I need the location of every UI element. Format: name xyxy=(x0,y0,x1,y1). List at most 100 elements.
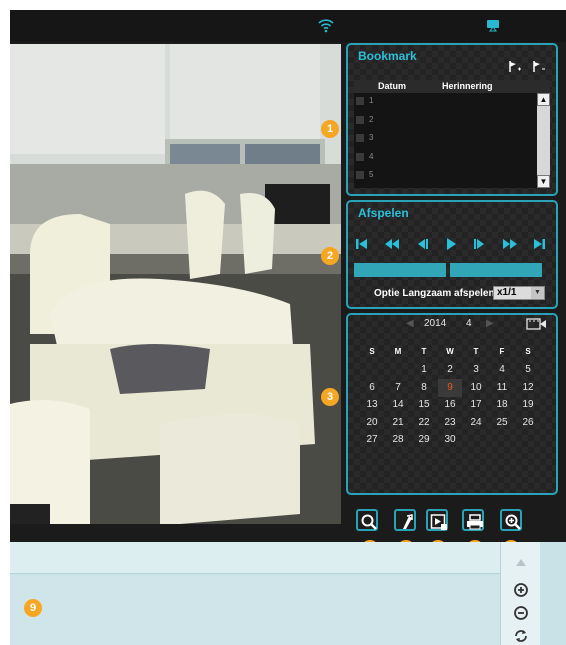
calendar-day[interactable]: 29 xyxy=(412,431,436,449)
calendar-weeks: 1 2 3 4 5 6 7 8 9 10 11 12 13 14 15 16 17 18 19 20 21 22 23 24 2… xyxy=(360,361,546,449)
calendar-day[interactable]: 19 xyxy=(516,396,540,414)
playback-panel: Afspelen Optie Langzaam afspelen x1/1 ▼ xyxy=(346,200,558,309)
calendar-day[interactable]: 27 xyxy=(360,431,384,449)
refresh-icon[interactable] xyxy=(513,628,529,644)
skip-to-start-icon[interactable] xyxy=(354,236,370,252)
next-month-icon[interactable]: ▶ xyxy=(486,318,494,329)
weekday-label: S xyxy=(525,347,531,356)
weekday-label: S xyxy=(369,347,375,356)
calendar-day[interactable]: 3 xyxy=(464,361,488,379)
calendar-day[interactable]: 25 xyxy=(490,414,514,432)
column-reminder: Herinnering xyxy=(442,81,493,91)
bookmark-scrollbar[interactable]: ▲ ▼ xyxy=(537,93,550,188)
timeline-ruler[interactable] xyxy=(10,542,500,574)
calendar-day[interactable]: 5 xyxy=(516,361,540,379)
row-checkbox[interactable] xyxy=(356,152,364,161)
table-row[interactable]: 2 xyxy=(354,112,550,131)
calendar-day[interactable]: 18 xyxy=(490,396,514,414)
calendar-day[interactable]: 28 xyxy=(386,431,410,449)
table-row[interactable]: 3 xyxy=(354,130,550,149)
skip-to-end-icon[interactable] xyxy=(531,236,547,252)
bookmark-panel: Bookmark Datum Herinnering 1 2 3 4 5 ▲ ▼ xyxy=(346,43,558,196)
calendar-day[interactable]: 11 xyxy=(490,379,514,397)
calendar-day[interactable]: 24 xyxy=(464,414,488,432)
calendar-day[interactable]: 22 xyxy=(412,414,436,432)
search-button[interactable] xyxy=(356,509,378,531)
calendar-day[interactable]: 23 xyxy=(438,414,462,432)
row-checkbox[interactable] xyxy=(356,171,364,179)
step-back-icon[interactable] xyxy=(414,236,430,252)
weekday-label: T xyxy=(473,347,479,356)
export-button[interactable] xyxy=(394,509,416,531)
scroll-up-icon[interactable] xyxy=(515,554,531,570)
row-checkbox[interactable] xyxy=(356,134,364,142)
badge-9: 9 xyxy=(24,599,42,617)
calendar-day[interactable]: 6 xyxy=(360,379,384,397)
calendar-year: 2014 xyxy=(424,318,447,329)
badge-3: 3 xyxy=(321,388,339,406)
calendar-day[interactable]: 16 xyxy=(438,396,462,414)
calendar-panel: ◀ 2014 4 ▶ S M T W T F S 1 2 3 4 5 6 7 8 9 10 11 12… xyxy=(346,313,558,495)
calendar-day[interactable]: 30 xyxy=(438,431,462,449)
wifi-icon[interactable] xyxy=(317,16,335,34)
weekday-header: S M T W T F S xyxy=(360,343,546,361)
calendar-day[interactable]: 8 xyxy=(412,379,436,397)
zoom-out-circle-icon[interactable] xyxy=(513,605,529,621)
table-row[interactable]: 5 xyxy=(354,167,550,186)
slow-playback-label: Optie Langzaam afspelen xyxy=(374,288,495,299)
calendar-day[interactable]: 14 xyxy=(386,396,410,414)
zoom-in-circle-icon[interactable] xyxy=(513,582,529,598)
playback-title: Afspelen xyxy=(358,206,409,220)
remove-bookmark-flag-icon[interactable] xyxy=(532,60,546,74)
calendar-grid: S M T W T F S 1 2 3 4 5 6 7 8 9 10 11 12 13 14 15 16 17 1… xyxy=(360,343,546,449)
calendar-day[interactable]: 21 xyxy=(386,414,410,432)
fast-rewind-icon[interactable] xyxy=(384,236,400,252)
add-bookmark-flag-icon[interactable] xyxy=(508,60,522,74)
film-camera-icon[interactable] xyxy=(526,317,548,331)
cast-icon[interactable] xyxy=(484,16,502,34)
calendar-day[interactable]: 4 xyxy=(490,361,514,379)
bookmark-table-header: Datum Herinnering xyxy=(354,80,550,93)
step-forward-icon[interactable] xyxy=(472,236,488,252)
zoom-in-button[interactable] xyxy=(500,509,522,531)
table-row[interactable]: 1 xyxy=(354,93,550,112)
viewer-app: Bookmark Datum Herinnering 1 2 3 4 5 ▲ ▼… xyxy=(10,10,566,645)
weekday-label: F xyxy=(499,347,505,356)
slow-playback-select[interactable]: x1/1 ▼ xyxy=(493,286,545,300)
scroll-down-icon[interactable]: ▼ xyxy=(537,175,550,188)
calendar-day[interactable]: 2 xyxy=(438,361,462,379)
calendar-day[interactable]: 10 xyxy=(464,379,488,397)
bookmark-table: Datum Herinnering 1 2 3 4 5 ▲ ▼ xyxy=(354,80,550,188)
calendar-day[interactable]: 26 xyxy=(516,414,540,432)
weekday-label: T xyxy=(421,347,427,356)
playback-progress-bar-right[interactable] xyxy=(450,263,542,277)
fast-forward-icon[interactable] xyxy=(502,236,518,252)
calendar-day[interactable]: 15 xyxy=(412,396,436,414)
calendar-day[interactable]: 20 xyxy=(360,414,384,432)
calendar-day[interactable]: 9 xyxy=(438,378,462,397)
video-view[interactable] xyxy=(10,44,341,524)
calendar-week-row: 27 28 29 30 xyxy=(360,431,546,449)
playback-progress-bar-left[interactable] xyxy=(354,263,446,277)
timeline-area[interactable] xyxy=(10,542,566,645)
row-checkbox[interactable] xyxy=(356,97,364,105)
scroll-up-icon[interactable]: ▲ xyxy=(537,93,550,106)
row-checkbox[interactable] xyxy=(356,115,364,124)
calendar-day[interactable]: 1 xyxy=(412,361,436,379)
playback-window-button[interactable] xyxy=(426,509,448,531)
weekday-label: W xyxy=(446,347,454,356)
play-icon[interactable] xyxy=(443,236,459,252)
calendar-day[interactable]: 17 xyxy=(464,396,488,414)
table-row[interactable]: 4 xyxy=(354,149,550,168)
chevron-down-icon[interactable]: ▼ xyxy=(531,287,544,299)
prev-month-icon[interactable]: ◀ xyxy=(406,318,414,329)
timeline-zoom-controls xyxy=(500,542,540,645)
calendar-week-row: 13 14 15 16 17 18 19 xyxy=(360,396,546,414)
calendar-day[interactable]: 12 xyxy=(516,379,540,397)
camera-image xyxy=(10,44,341,524)
calendar-day[interactable]: 13 xyxy=(360,396,384,414)
row-number: 5 xyxy=(369,170,374,179)
timeline-track[interactable] xyxy=(10,575,500,645)
print-button[interactable] xyxy=(462,509,484,531)
calendar-day[interactable]: 7 xyxy=(386,379,410,397)
